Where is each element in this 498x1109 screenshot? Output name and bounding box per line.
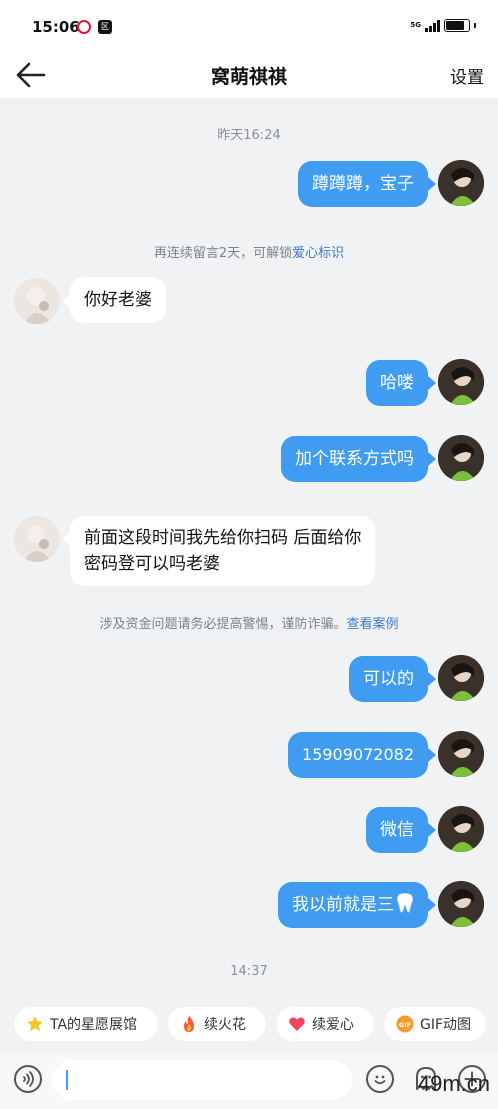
my-avatar[interactable] [438,655,484,701]
bubble-tail [62,294,70,308]
bubble-tail [428,672,436,686]
signal-icon [425,19,440,32]
status-right-group: 5G [410,19,476,32]
star-icon [27,1016,43,1032]
battery-icon [444,19,470,32]
bubble-tail [428,177,436,191]
my-avatar[interactable] [438,359,484,405]
message-input[interactable] [52,1060,352,1100]
spark-chip[interactable]: 续火花 [168,1007,266,1041]
message-bubble-outgoing[interactable]: 我以前就是三 [278,882,428,928]
avatar-image [438,160,484,206]
app-notification-icon: 区 [98,20,112,34]
chat-title: 窝萌祺祺 [210,66,287,88]
unlock-heart-link[interactable]: 爱心标识 [292,246,344,261]
network-type: 5G [410,21,421,29]
message-bubble-incoming[interactable]: 你好老婆 [70,277,166,323]
message-bubble-outgoing[interactable]: 加个联系方式吗 [281,436,428,482]
voice-button[interactable] [14,1065,42,1093]
avatar-image [14,278,60,324]
status-time: 15:06 [32,18,80,36]
svg-text:GIF: GIF [399,1021,411,1029]
text-caret [66,1070,68,1090]
message-bubble-outgoing[interactable]: 蹲蹲蹲，宝子 [298,161,428,207]
chip-label: TA的星愿展馆 [50,1017,138,1033]
avatar-image [438,731,484,777]
chip-label: 续火花 [204,1017,246,1033]
tooth-emoji [397,893,413,913]
my-avatar[interactable] [438,160,484,206]
gif-chip[interactable]: GIF GIF动图 [384,1007,486,1041]
bubble-tail [62,532,70,546]
bubble-tail [428,376,436,390]
my-avatar[interactable] [438,881,484,927]
timestamp: 14:37 [230,964,268,979]
notice-text: 涉及资金问题请务必提高警惕，谨防诈骗。 [99,617,347,632]
my-avatar[interactable] [438,435,484,481]
notice-text: 再连续留言2天，可解锁 [153,246,293,261]
message-bubble-outgoing[interactable]: 哈喽 [366,360,428,406]
heart-chip[interactable]: 续爱心 [276,1007,374,1041]
message-bubble-outgoing[interactable]: 微信 [366,807,428,853]
weibo-icon [77,20,91,34]
my-avatar[interactable] [438,731,484,777]
quick-action-bar: TA的星愿展馆 续火花 续爱心 GIF GIF动图 [0,1007,498,1045]
heart-icon [289,1017,305,1031]
settings-button[interactable]: 设置 [450,63,484,88]
emoji-button[interactable] [366,1065,394,1093]
message-line: 密码登可以吗老婆 [84,554,220,574]
timestamp: 昨天16:24 [217,128,281,143]
avatar-image [438,881,484,927]
fire-icon [184,1016,194,1032]
bubble-tail [428,898,436,912]
message-line: 前面这段时间我先给你扫码 后面给你 [84,528,362,548]
fraud-warning-notice: 涉及资金问题请务必提高警惕，谨防诈骗。查看案例 [0,613,498,632]
view-cases-link[interactable]: 查看案例 [347,617,399,632]
nav-bar: 窝萌祺祺 设置 [0,52,498,98]
contact-avatar[interactable] [14,516,60,562]
chip-label: 续爱心 [312,1017,354,1033]
gif-icon: GIF [396,1015,414,1033]
site-watermark: 49m.cn [417,1071,490,1096]
bubble-tail [428,452,436,466]
my-avatar[interactable] [438,806,484,852]
avatar-image [438,359,484,405]
bubble-tail [428,748,436,762]
smile-icon [374,1075,386,1085]
star-wish-chip[interactable]: TA的星愿展馆 [14,1007,158,1041]
avatar-image [438,655,484,701]
message-text: 我以前就是三 [292,895,394,915]
avatar-image [438,435,484,481]
battery-tip [474,23,476,28]
avatar-image [14,516,60,562]
message-bubble-incoming[interactable]: 前面这段时间我先给你扫码 后面给你 密码登可以吗老婆 [70,516,376,586]
contact-avatar[interactable] [14,278,60,324]
message-bubble-outgoing[interactable]: 15909072082 [288,732,428,778]
status-bar: 15:06 区 5G [0,0,498,52]
bubble-tail [428,823,436,837]
message-bubble-outgoing[interactable]: 可以的 [349,656,428,702]
voice-icon [23,1071,34,1087]
system-notice: 再连续留言2天，可解锁爱心标识 [0,242,498,261]
avatar-image [438,806,484,852]
chip-label: GIF动图 [420,1017,472,1033]
